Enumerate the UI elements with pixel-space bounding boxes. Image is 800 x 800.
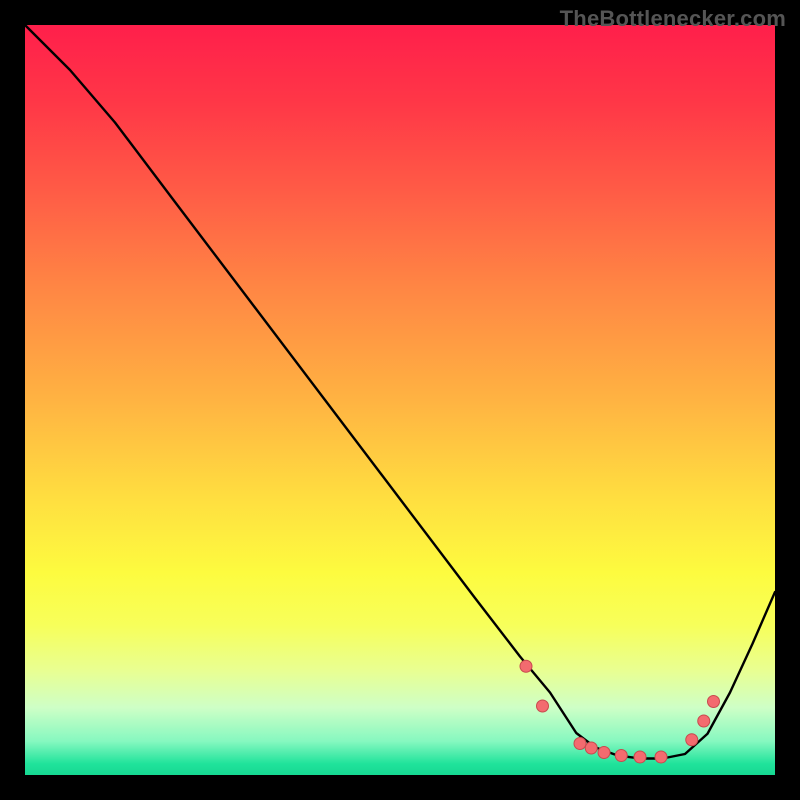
marker-point (708, 696, 720, 708)
gradient-background (25, 25, 775, 775)
marker-point (698, 715, 710, 727)
marker-point (655, 751, 667, 763)
chart-svg (25, 25, 775, 775)
plot-area (25, 25, 775, 775)
marker-point (598, 747, 610, 759)
marker-point (634, 751, 646, 763)
chart-frame: TheBottlenecker.com (0, 0, 800, 800)
marker-point (615, 750, 627, 762)
marker-point (537, 700, 549, 712)
marker-point (520, 660, 532, 672)
watermark-text: TheBottlenecker.com (560, 6, 786, 32)
marker-point (574, 738, 586, 750)
marker-point (686, 734, 698, 746)
marker-point (585, 742, 597, 754)
